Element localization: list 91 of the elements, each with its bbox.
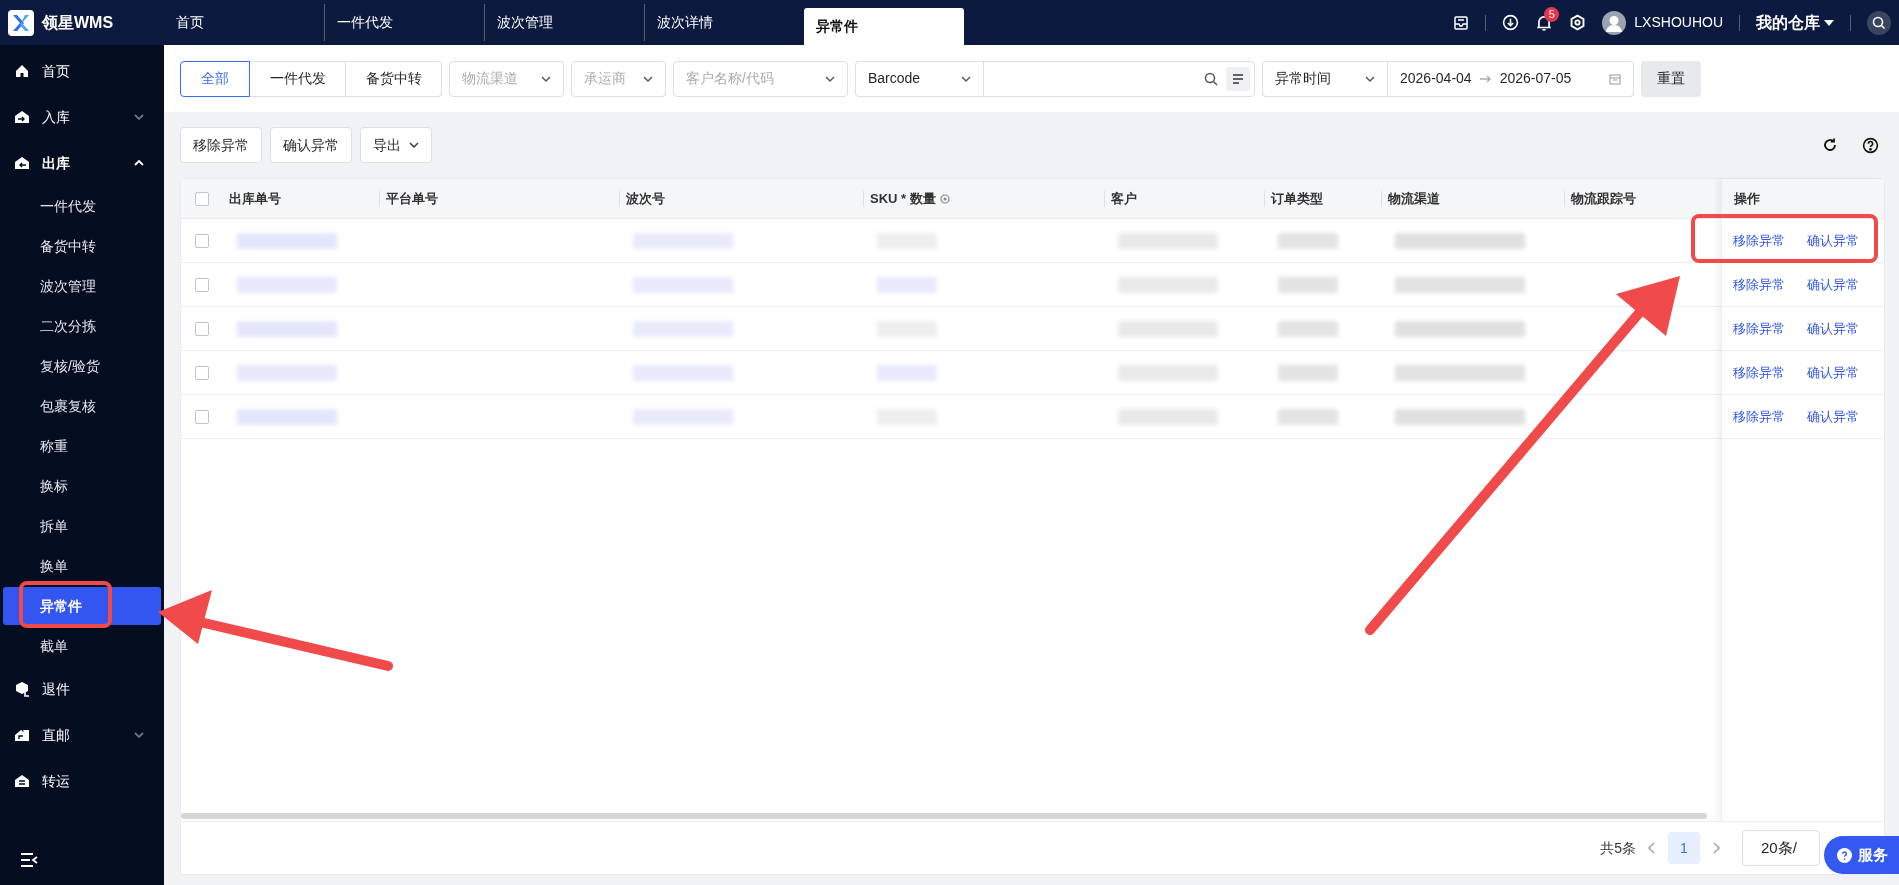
action-link[interactable]: 确认异常 bbox=[1807, 318, 1859, 339]
top-tab[interactable]: 异常件 bbox=[804, 8, 964, 45]
export-button[interactable]: 导出 bbox=[360, 127, 432, 163]
blurred-text bbox=[1278, 408, 1338, 425]
sidebar-item[interactable]: 备货中转 bbox=[0, 226, 164, 266]
search-icon[interactable] bbox=[1867, 10, 1891, 35]
sidebar-item[interactable]: 复核/验货 bbox=[0, 346, 164, 386]
sidebar-item[interactable]: 二次分拣 bbox=[0, 306, 164, 346]
column-header[interactable]: 波次号 bbox=[626, 188, 665, 209]
building-icon bbox=[14, 727, 30, 743]
top-tab[interactable]: 波次管理 bbox=[484, 4, 644, 41]
page-size-select[interactable]: 20条/ bbox=[1742, 830, 1820, 866]
sidebar-item[interactable]: 换标 bbox=[0, 466, 164, 506]
help-icon[interactable] bbox=[1862, 136, 1879, 154]
column-header[interactable]: 物流渠道 bbox=[1388, 188, 1440, 209]
inbox-icon[interactable] bbox=[1453, 14, 1470, 31]
page-button[interactable]: 1 bbox=[1668, 832, 1700, 864]
row-checkbox[interactable] bbox=[195, 233, 209, 248]
inbound-icon bbox=[14, 109, 30, 125]
notification-badge: 5 bbox=[1544, 6, 1560, 22]
home-icon bbox=[14, 63, 30, 79]
sidebar-item[interactable]: 包裹复核 bbox=[0, 386, 164, 426]
action-link[interactable]: 确认异常 bbox=[1807, 406, 1859, 427]
column-header[interactable]: 订单类型 bbox=[1271, 188, 1323, 209]
blurred-text bbox=[1278, 232, 1338, 249]
segment-tab[interactable]: 备货中转 bbox=[345, 60, 442, 97]
column-header[interactable]: 出库单号 bbox=[229, 188, 281, 209]
top-tab[interactable]: 首页 bbox=[164, 4, 324, 41]
sidebar-item[interactable]: 直邮 bbox=[0, 712, 164, 758]
column-header[interactable]: 物流跟踪号 bbox=[1571, 188, 1636, 209]
row-checkbox[interactable] bbox=[195, 409, 209, 424]
blurred-text bbox=[1278, 276, 1338, 293]
sidebar-item[interactable]: 一件代发 bbox=[0, 186, 164, 226]
sidebar-item[interactable]: 称重 bbox=[0, 426, 164, 466]
chevron-down-icon bbox=[409, 142, 419, 148]
row-checkbox[interactable] bbox=[195, 321, 209, 336]
action-link[interactable]: 确认异常 bbox=[1807, 362, 1859, 383]
sidebar-item[interactable]: 截单 bbox=[0, 626, 164, 666]
caret-down-icon bbox=[1824, 18, 1834, 27]
top-tab[interactable]: 一件代发 bbox=[324, 4, 484, 41]
sidebar-item[interactable]: 退件 bbox=[0, 666, 164, 712]
settings-icon[interactable] bbox=[1569, 14, 1587, 31]
avatar-icon[interactable] bbox=[1602, 10, 1627, 35]
action-link[interactable]: 移除异常 bbox=[1733, 362, 1785, 383]
column-header[interactable]: 客户 bbox=[1111, 188, 1137, 209]
action-link[interactable]: 移除异常 bbox=[1733, 406, 1785, 427]
return-box-icon bbox=[14, 681, 30, 697]
app-title: 领星WMS bbox=[42, 12, 114, 33]
service-button[interactable]: 服务 bbox=[1824, 836, 1899, 874]
action-link[interactable]: 移除异常 bbox=[1733, 318, 1785, 339]
next-page-icon[interactable] bbox=[1712, 842, 1720, 854]
sidebar-item[interactable]: 异常件 bbox=[3, 587, 161, 625]
help-icon bbox=[1837, 847, 1852, 863]
blurred-text bbox=[1278, 320, 1338, 337]
warehouse-dropdown[interactable]: 我的仓库 bbox=[1756, 10, 1834, 35]
reset-button[interactable]: 重置 bbox=[1641, 60, 1701, 97]
sidebar-item[interactable]: 换单 bbox=[0, 546, 164, 586]
chevron-down-icon bbox=[643, 75, 653, 82]
sidebar-item[interactable]: 入库 bbox=[0, 94, 164, 140]
sidebar-item[interactable]: 拆单 bbox=[0, 506, 164, 546]
toolbar-button[interactable]: 确认异常 bbox=[270, 127, 352, 163]
select-all-checkbox[interactable] bbox=[195, 191, 209, 206]
action-link[interactable]: 移除异常 bbox=[1733, 274, 1785, 295]
sidebar-item[interactable]: 出库 bbox=[0, 140, 164, 186]
segment-tab[interactable]: 全部 bbox=[180, 60, 250, 97]
toolbar-button[interactable]: 移除异常 bbox=[180, 127, 262, 163]
sidebar-item[interactable]: 波次管理 bbox=[0, 266, 164, 306]
column-header[interactable]: 平台单号 bbox=[386, 188, 438, 209]
refresh-icon[interactable] bbox=[1822, 137, 1838, 153]
chevron-down-icon bbox=[541, 75, 551, 82]
outbound-icon bbox=[14, 155, 30, 171]
column-header[interactable]: SKU * 数量 bbox=[870, 188, 936, 209]
column-header: 操作 bbox=[1734, 189, 1760, 208]
download-icon[interactable] bbox=[1502, 14, 1520, 31]
blurred-text bbox=[1278, 364, 1338, 381]
chevron-down-icon bbox=[825, 75, 835, 82]
user-name[interactable]: LXSHOUHOU bbox=[1634, 12, 1723, 33]
horizontal-scrollbar[interactable] bbox=[181, 813, 1707, 819]
segment-tab[interactable]: 一件代发 bbox=[249, 60, 346, 97]
action-link[interactable]: 确认异常 bbox=[1807, 274, 1859, 295]
previous-page-icon[interactable] bbox=[1648, 842, 1656, 854]
row-checkbox[interactable] bbox=[195, 277, 209, 292]
action-link[interactable]: 移除异常 bbox=[1733, 230, 1785, 251]
sidebar-item[interactable]: 首页 bbox=[0, 48, 164, 94]
transfer-icon bbox=[14, 773, 30, 789]
total-count: 共5条 bbox=[1600, 838, 1636, 858]
logo-icon bbox=[8, 9, 34, 36]
row-checkbox[interactable] bbox=[195, 365, 209, 380]
collapse-menu-icon[interactable] bbox=[20, 852, 38, 868]
sidebar-item[interactable]: 转运 bbox=[0, 758, 164, 804]
action-link[interactable]: 确认异常 bbox=[1807, 230, 1859, 251]
